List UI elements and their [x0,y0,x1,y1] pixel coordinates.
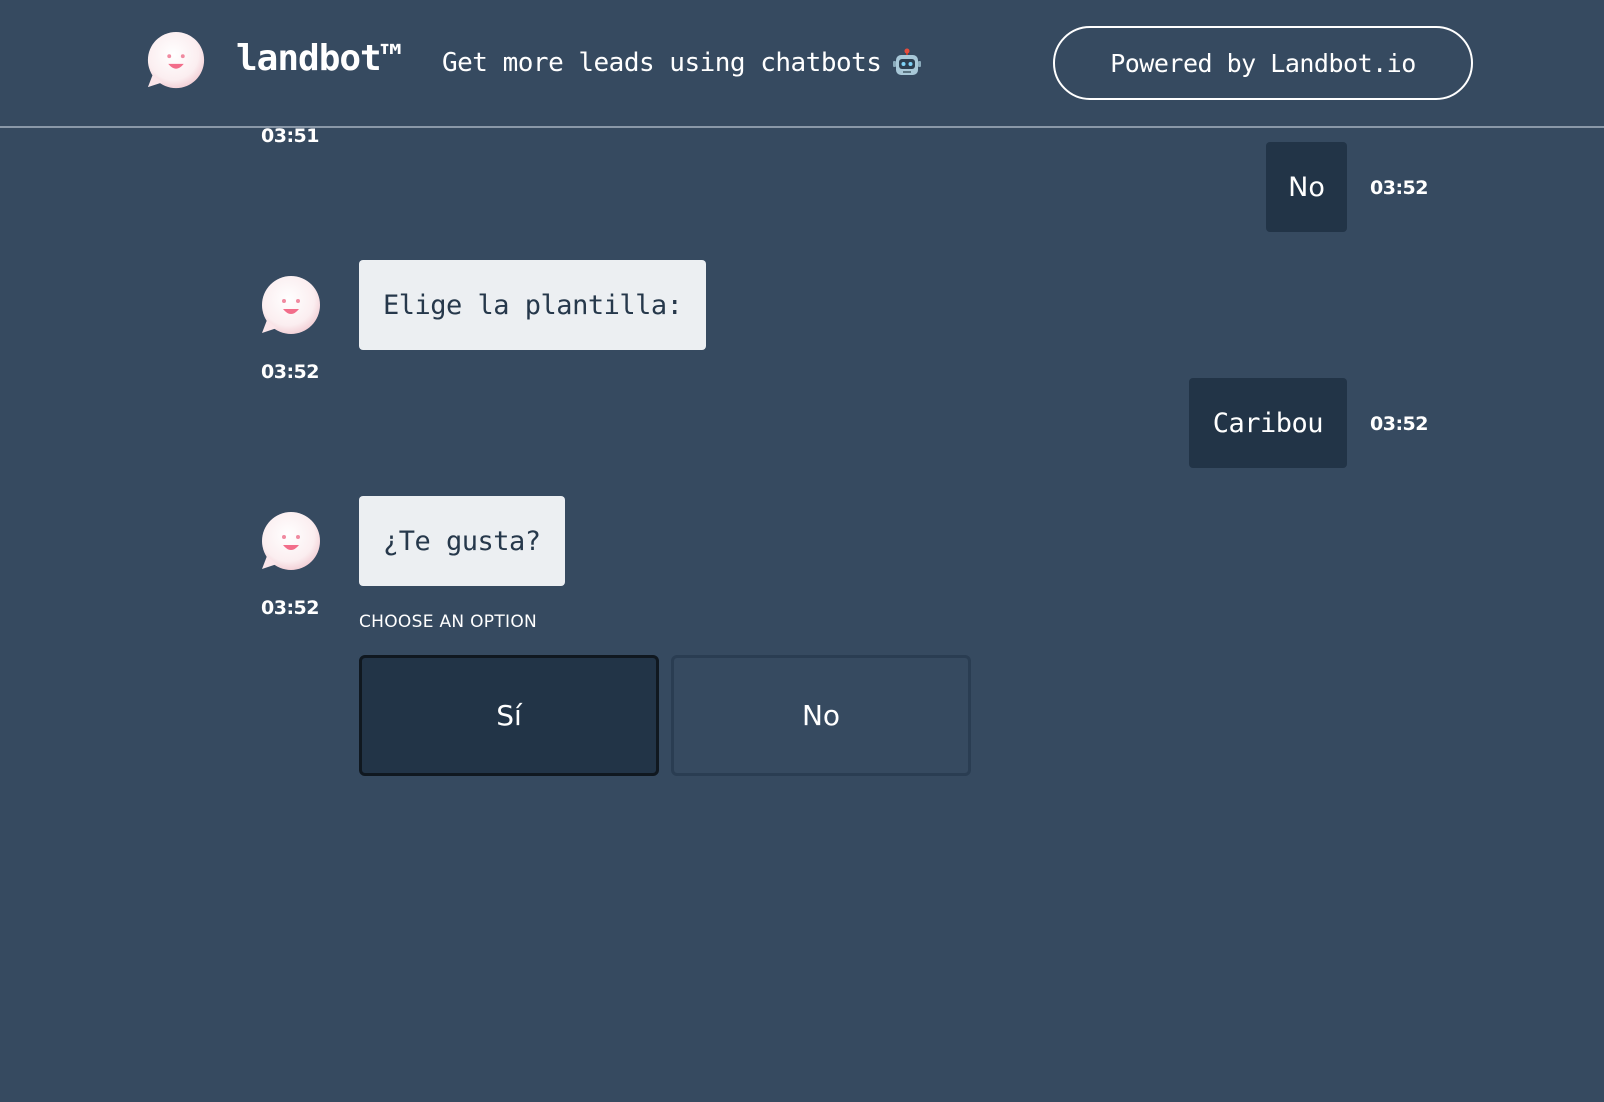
message-time: 03:52 [1370,413,1428,435]
bot-avatar-icon [262,276,320,334]
robot-icon [893,48,921,75]
bot-message-bubble: ¿Te gusta? [359,496,565,586]
option-button-si[interactable]: Sí [359,655,659,776]
user-message-bubble: No [1266,142,1347,232]
powered-by-button[interactable]: Powered by Landbot.io [1053,26,1473,100]
bot-message-bubble: Elige la plantilla: [359,260,707,350]
message-time: 03:52 [261,597,319,619]
header-bar: landbot™ Get more leads using chatbots P… [0,0,1604,128]
option-button-no[interactable]: No [671,655,971,776]
landbot-logo-icon [147,31,205,89]
user-message-bubble: Caribou [1188,378,1347,468]
message-time: 03:52 [261,361,319,383]
message-time: 03:52 [1370,177,1428,199]
brand-name: landbot™ [236,38,402,79]
tagline: Get more leads using chatbots [442,48,882,78]
message-time: 03:51 [261,125,319,147]
bot-avatar-icon [262,512,320,570]
choose-option-label: CHOOSE AN OPTION [359,612,538,632]
